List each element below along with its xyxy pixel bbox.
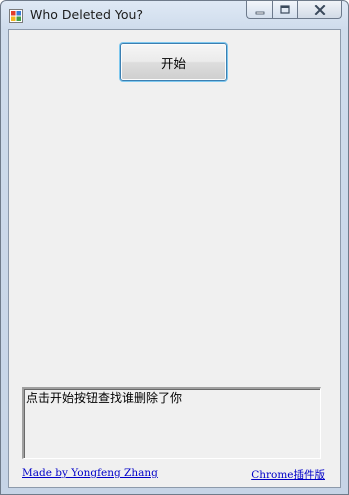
close-button[interactable] <box>297 1 342 19</box>
app-window: Who Deleted You? 开始 点击开始按钮查找谁删除了你 Made b… <box>0 0 349 495</box>
maximize-icon <box>280 1 290 19</box>
title-bar[interactable]: Who Deleted You? <box>1 1 348 29</box>
close-icon <box>314 1 326 19</box>
app-window-icon <box>9 8 23 23</box>
result-textbox[interactable]: 点击开始按钮查找谁删除了你 <box>22 387 321 459</box>
minimize-button[interactable] <box>246 1 272 19</box>
minimize-icon <box>255 1 265 19</box>
window-title: Who Deleted You? <box>30 7 144 22</box>
maximize-button[interactable] <box>272 1 297 19</box>
start-button[interactable]: 开始 <box>120 43 227 81</box>
author-link[interactable]: Made by Yongfeng Zhang <box>22 467 158 479</box>
chrome-extension-link[interactable]: Chrome插件版 <box>251 467 325 482</box>
client-area: 开始 点击开始按钮查找谁删除了你 Made by Yongfeng Zhang … <box>8 29 341 488</box>
caption-buttons <box>246 1 342 21</box>
